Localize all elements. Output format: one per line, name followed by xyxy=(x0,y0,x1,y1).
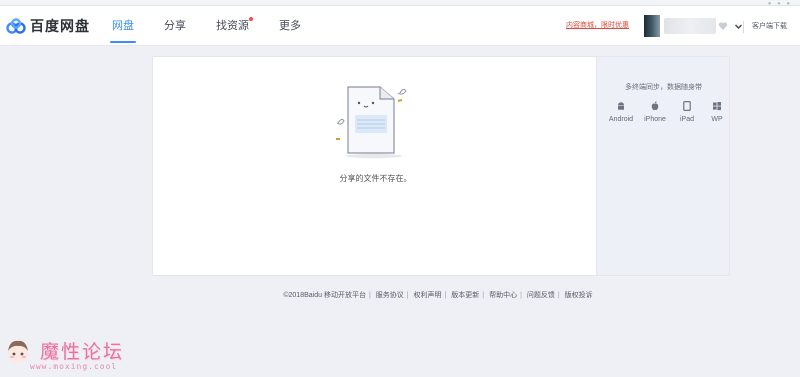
notification-dot xyxy=(249,17,253,21)
nav-item-label: 网盘 xyxy=(112,20,134,32)
chevron-down-icon[interactable] xyxy=(734,22,743,31)
platform-label: iPad xyxy=(679,116,694,123)
platform-label: Android xyxy=(608,116,634,123)
footer-link[interactable]: 问题反馈 xyxy=(527,292,555,299)
nav-item-more[interactable]: 更多 xyxy=(279,6,301,46)
sidebar-title: 多终端同步，数据随身带 xyxy=(625,84,702,91)
nav-item-label: 更多 xyxy=(279,20,301,32)
platform-android[interactable]: Android xyxy=(604,101,638,123)
watermark-url: www.moxing.cool xyxy=(30,362,118,371)
footer-link[interactable]: 服务协议 xyxy=(376,292,404,299)
share-content-panel: 分享的文件不存在。 多终端同步，数据随身带 Android iPhone iPa… xyxy=(152,56,730,276)
nav-item-label: 分享 xyxy=(164,20,186,32)
footer-link[interactable]: 帮助中心 xyxy=(489,292,517,299)
platform-ipad[interactable]: iPad xyxy=(672,101,702,123)
avatar[interactable] xyxy=(644,15,660,37)
watermark: 魔性论坛 www.moxing.cool xyxy=(4,333,144,375)
top-header: 百度网盘 网盘 分享 找资源 更多 内容商城，限时优惠 客户端下载 xyxy=(0,6,800,46)
anime-girl-icon xyxy=(8,340,28,363)
nav-item-find-resources[interactable]: 找资源 xyxy=(216,6,253,46)
promo-link[interactable]: 内容商城，限时优惠 xyxy=(566,20,629,30)
nav-item-label: 找资源 xyxy=(216,20,249,32)
android-icon xyxy=(618,102,624,110)
footer: ©2018Baidu 移动开放平台 | 服务协议 | 权利声明 | 版本更新 | 帮助中… xyxy=(283,292,593,299)
logo[interactable]: 百度网盘 xyxy=(6,15,90,37)
apple-icon xyxy=(651,101,659,111)
empty-document-illustration xyxy=(336,86,407,159)
platform-list: Android iPhone iPad WP xyxy=(604,101,732,123)
nav-item-netdisk[interactable]: 网盘 xyxy=(110,6,136,46)
user-menu[interactable] xyxy=(644,15,743,37)
footer-link[interactable]: 移动开放平台 xyxy=(324,292,366,299)
brand-name: 百度网盘 xyxy=(30,18,90,34)
platform-label: iPhone xyxy=(644,116,666,123)
main-nav: 网盘 分享 找资源 更多 xyxy=(110,6,331,46)
platform-wp[interactable]: WP xyxy=(702,101,732,123)
username-blurred[interactable] xyxy=(664,18,716,34)
footer-link[interactable]: 版本更新 xyxy=(451,292,479,299)
copyright: ©2018Baidu xyxy=(283,292,322,299)
baidu-netdisk-logo-icon xyxy=(6,18,26,34)
platform-iphone[interactable]: iPhone xyxy=(638,101,672,123)
platform-label: WP xyxy=(711,116,723,123)
vip-heart-icon[interactable] xyxy=(718,21,728,31)
watermark-title: 魔性论坛 xyxy=(40,341,125,363)
ipad-icon xyxy=(683,101,691,111)
app-download-sidebar: 多终端同步，数据随身带 Android iPhone iPad WP xyxy=(596,57,729,275)
client-download-link[interactable]: 客户端下载 xyxy=(752,21,787,31)
empty-message: 分享的文件不存在。 xyxy=(339,174,412,183)
footer-link[interactable]: 版权投诉 xyxy=(565,292,593,299)
nav-item-share[interactable]: 分享 xyxy=(164,6,186,46)
footer-link[interactable]: 权利声明 xyxy=(414,292,442,299)
header-divider xyxy=(743,21,744,33)
windows-icon xyxy=(713,102,721,111)
